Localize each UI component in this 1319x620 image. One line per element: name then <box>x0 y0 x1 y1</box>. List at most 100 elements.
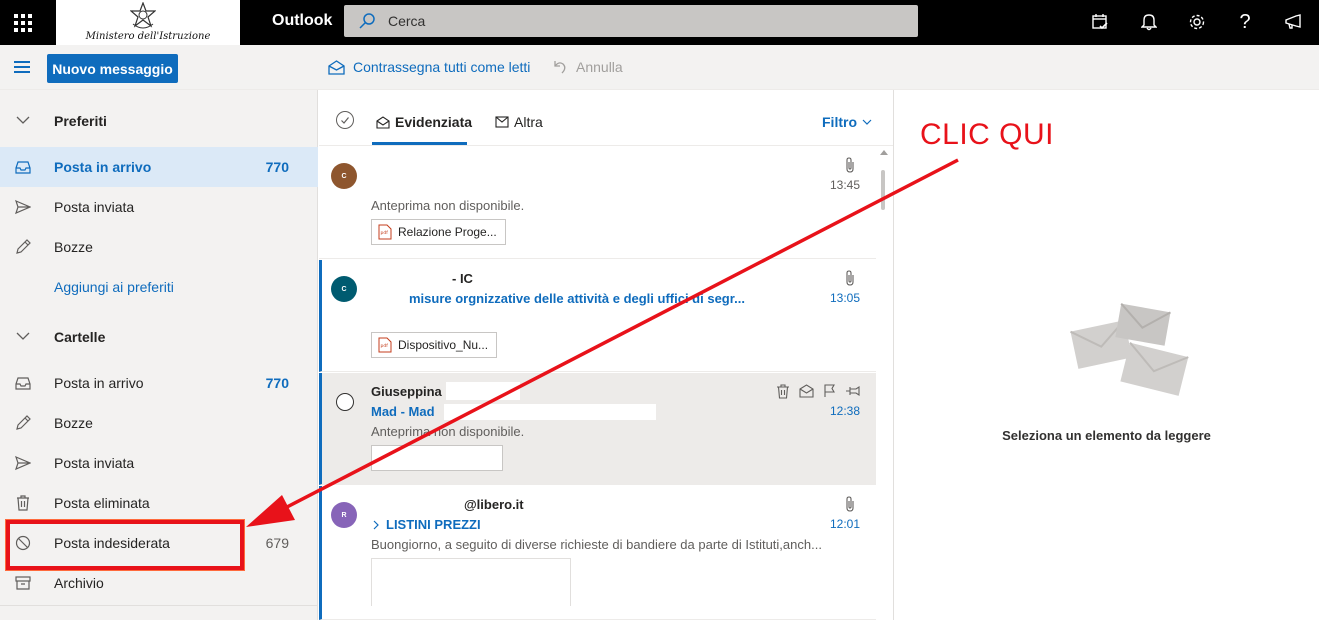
avatar: C <box>331 276 357 302</box>
nav-toggle-button[interactable] <box>14 61 30 73</box>
envelope-open-icon <box>328 59 345 75</box>
message-subject: Mad - Mad <box>371 404 435 419</box>
folders-header[interactable]: Cartelle <box>0 317 318 357</box>
add-favorite-link[interactable]: Aggiungi ai preferiti <box>54 279 174 295</box>
notifications-button[interactable] <box>1138 11 1160 33</box>
attachment-chip[interactable] <box>371 445 503 471</box>
attachment-chip[interactable]: pdf Relazione Proge... <box>371 219 506 245</box>
favorite-item-label: Posta inviata <box>54 199 135 215</box>
gear-icon <box>1189 14 1205 30</box>
message-item[interactable]: C 13:45 Anteprima non disponibile. pdf R… <box>319 147 876 259</box>
attachment-name: Relazione Proge... <box>398 225 497 239</box>
folder-item-label: Bozze <box>54 415 93 431</box>
favorite-item-sent[interactable]: Posta inviata <box>0 187 318 227</box>
redacted-area <box>444 404 656 420</box>
item-count: 679 <box>265 535 289 551</box>
envelope-open-icon[interactable] <box>799 384 814 398</box>
message-item[interactable]: C - IC misure orgnizzative delle attivit… <box>319 260 876 372</box>
chevron-down-icon <box>16 116 30 124</box>
folder-item-label: Posta eliminata <box>54 495 150 511</box>
message-select-checkbox[interactable] <box>336 393 354 411</box>
scroll-thumb[interactable] <box>881 170 885 210</box>
calendar-check-icon <box>1092 14 1108 30</box>
mark-all-read-button[interactable]: Contrassegna tutti come letti <box>328 59 530 75</box>
pdf-file-icon: pdf <box>378 337 392 353</box>
tab-other[interactable]: Altra <box>495 114 543 130</box>
megaphone-icon <box>1285 14 1301 29</box>
tab-focused[interactable]: Evidenziata <box>376 114 472 130</box>
message-time: 12:38 <box>829 404 860 418</box>
inbox-tabs: Evidenziata Altra Filtro <box>319 90 893 146</box>
search-icon <box>359 13 375 29</box>
folder-item-drafts[interactable]: Bozze <box>0 403 318 443</box>
trash-icon[interactable] <box>776 384 790 399</box>
help-button[interactable]: ? <box>1234 11 1256 33</box>
inbox-icon <box>15 377 31 390</box>
filter-label: Filtro <box>822 114 857 130</box>
inbox-icon <box>15 161 31 174</box>
attachment-chip[interactable]: pdf Dispositivo_Nu... <box>371 332 498 358</box>
paperclip-icon <box>846 157 854 173</box>
filter-button[interactable]: Filtro <box>822 114 872 130</box>
flag-icon[interactable] <box>823 384 836 398</box>
new-message-button[interactable]: Nuovo messaggio <box>47 54 178 83</box>
avatar: R <box>331 502 357 528</box>
paperclip-icon <box>846 496 854 512</box>
message-item[interactable]: Giuseppina Mad - Mad 12:38 Anteprima non… <box>319 373 876 485</box>
empty-mail-illustration-icon <box>1070 302 1189 396</box>
folders-label: Cartelle <box>54 329 106 345</box>
favorites-label: Preferiti <box>54 113 107 129</box>
undo-button[interactable]: Annulla <box>552 59 623 75</box>
search-box[interactable] <box>344 5 918 37</box>
svg-text:pdf: pdf <box>381 343 389 349</box>
settings-button[interactable] <box>1186 11 1208 33</box>
attachment-thumbnails[interactable] <box>371 558 571 606</box>
my-day-button[interactable] <box>1089 11 1111 33</box>
logo-text: Ministero dell'Istruzione <box>85 31 211 42</box>
pencil-icon <box>16 415 31 430</box>
app-brand[interactable]: Outlook <box>272 12 332 30</box>
nav-divider <box>0 605 318 606</box>
envelope-icon <box>495 116 509 128</box>
folder-item-deleted[interactable]: Posta eliminata <box>0 483 318 523</box>
feedback-button[interactable] <box>1282 11 1304 33</box>
annotation-label: CLIC QUI <box>920 118 1055 151</box>
folder-item-label: Archivio <box>54 575 104 591</box>
favorite-item-drafts[interactable]: Bozze <box>0 227 318 267</box>
annotation-highlight-box <box>6 520 244 570</box>
quick-actions <box>776 384 860 399</box>
organization-logo[interactable]: Ministero dell'Istruzione <box>56 0 240 45</box>
tab-label: Evidenziata <box>395 114 473 130</box>
app-launcher-button[interactable] <box>0 0 45 45</box>
redacted-area <box>446 382 520 400</box>
pencil-icon <box>16 239 31 254</box>
checkmark-icon <box>341 117 349 124</box>
favorite-item-inbox[interactable]: Posta in arrivo 770 <box>0 147 318 187</box>
message-time: 13:05 <box>829 291 860 305</box>
empty-reading-text: Seleziona un elemento da leggere <box>1002 428 1211 443</box>
send-icon <box>15 455 31 471</box>
folder-item-sent[interactable]: Posta inviata <box>0 443 318 483</box>
archive-icon <box>15 576 31 590</box>
attachment-name: Dispositivo_Nu... <box>398 338 489 352</box>
bell-icon <box>1141 14 1157 31</box>
search-input[interactable] <box>388 5 888 37</box>
message-subject: misure orgnizzative delle attività e deg… <box>409 291 745 306</box>
favorite-item-label: Bozze <box>54 239 93 255</box>
favorite-item-label: Posta in arrivo <box>54 159 152 175</box>
chevron-right-icon[interactable] <box>373 520 380 530</box>
svg-text:pdf: pdf <box>381 230 389 236</box>
message-list: Evidenziata Altra Filtro C 13:45 Antepri… <box>319 90 894 620</box>
folder-item-label: Posta inviata <box>54 455 135 471</box>
message-item[interactable]: R @libero.it LISTINI PREZZI 12:01 Buongi… <box>319 486 876 620</box>
select-all-checkbox[interactable] <box>336 111 354 129</box>
waffle-icon <box>13 13 32 32</box>
message-time: 12:01 <box>829 517 860 531</box>
pin-icon[interactable] <box>845 384 860 398</box>
message-list-scrollbar[interactable] <box>878 150 888 620</box>
favorites-header[interactable]: Preferiti <box>0 101 318 141</box>
active-tab-indicator <box>372 142 467 145</box>
envelope-open-icon <box>376 115 390 129</box>
folder-item-inbox[interactable]: Posta in arrivo 770 <box>0 363 318 403</box>
message-time: 13:45 <box>829 178 860 192</box>
